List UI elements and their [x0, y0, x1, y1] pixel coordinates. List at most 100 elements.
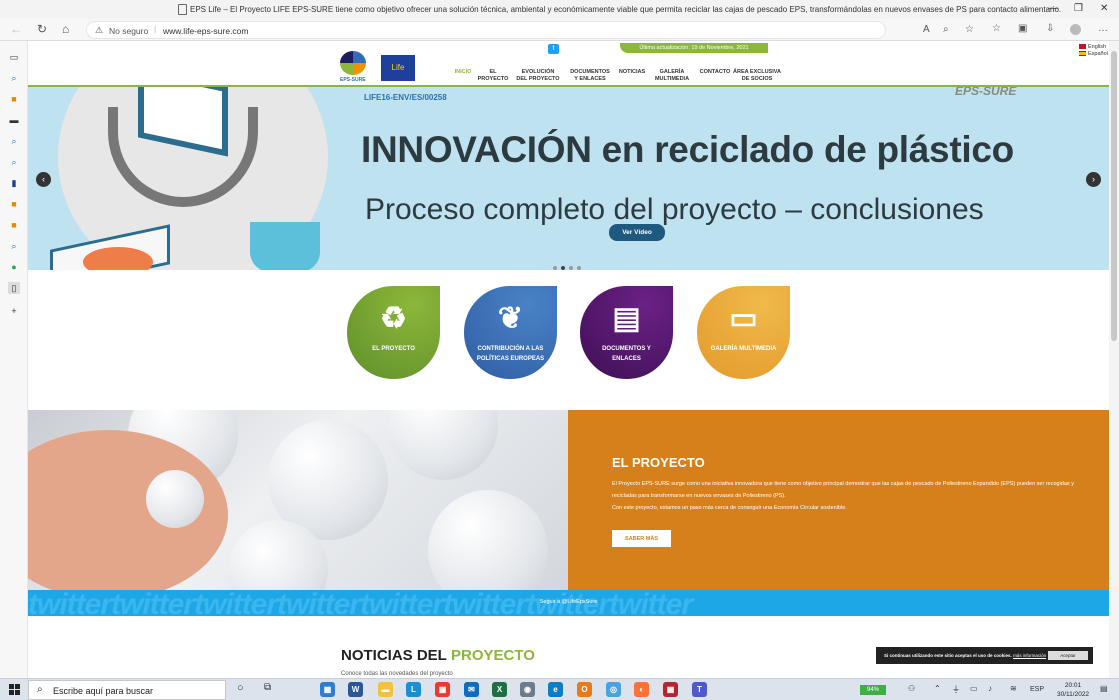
- feature-tiles: ♻ EL PROYECTO ❦ CONTRIBUCIÓN A LAS POLÍT…: [28, 270, 1109, 410]
- task-view-icon[interactable]: ⧉: [264, 682, 271, 693]
- about-section: EL PROYECTO El Proyecto EPS-SURE surge c…: [28, 410, 1109, 590]
- watch-video-button[interactable]: Ver Vídeo: [609, 224, 665, 241]
- menu-documentos[interactable]: DOCUMENTOS Y ENLACES: [568, 69, 612, 83]
- downloads-icon[interactable]: ⇩: [1046, 23, 1054, 34]
- site-header: EPS-SURE Life t Última actualización: 19…: [28, 41, 1109, 87]
- app-blue-icon[interactable]: ◎: [606, 682, 621, 697]
- menu-galeria[interactable]: GALERÍA MULTIMEDIA: [654, 69, 690, 83]
- chevron-up-icon[interactable]: ⌃: [934, 684, 941, 693]
- url-field[interactable]: ⚠ No seguro | www.life-eps-sure.com A ⌕ …: [86, 21, 974, 39]
- browser-sidebar: ▭ ⌕ ■ ▬ ⌕ ⌕ ▮ ■ ■ ⌕ ● ▯ +: [0, 41, 28, 678]
- menu-area-socios[interactable]: ÁREA EXCLUSIVA DE SOCIOS: [733, 69, 781, 83]
- battery-indicator[interactable]: 94%: [860, 685, 886, 695]
- usb-icon[interactable]: ⏚: [952, 684, 960, 695]
- eu-life-logo: Life: [381, 55, 415, 81]
- tabs-icon[interactable]: ▣: [1018, 23, 1027, 34]
- close-icon[interactable]: ✕: [1100, 3, 1108, 14]
- people-icon[interactable]: ⚇: [908, 684, 915, 693]
- profile-avatar[interactable]: [1070, 24, 1081, 35]
- refresh-icon[interactable]: ↻: [37, 22, 47, 36]
- menu-contacto[interactable]: CONTACTO: [698, 69, 732, 76]
- search-tab-icon[interactable]: ⌕: [8, 72, 20, 84]
- lang-english[interactable]: English: [1079, 44, 1108, 51]
- saber-mas-button[interactable]: SABER MÁS: [612, 530, 671, 547]
- mail-icon[interactable]: ✉: [464, 682, 479, 697]
- network-icon[interactable]: ≋: [1010, 684, 1017, 693]
- cortana-icon[interactable]: ○: [237, 682, 244, 694]
- about-title: EL PROYECTO: [612, 455, 705, 470]
- tab-icon[interactable]: ●: [8, 261, 20, 273]
- more-options-icon[interactable]: …: [1098, 23, 1108, 34]
- search-tab-icon[interactable]: ⌕: [8, 156, 20, 168]
- cookie-banner: Si continuas utilizando este sitio acept…: [876, 647, 1093, 664]
- app-red-icon[interactable]: ▦: [435, 682, 450, 697]
- tab-icon[interactable]: ■: [8, 198, 20, 210]
- edge-icon[interactable]: e: [548, 682, 563, 697]
- system-clock[interactable]: 20:01 30/11/2022: [1057, 681, 1089, 699]
- page-favicon-icon: [178, 4, 187, 15]
- window-title: EPS Life – El Proyecto LIFE EPS-SURE tie…: [190, 5, 1062, 14]
- document-icon: ▤: [612, 302, 641, 335]
- home-icon[interactable]: ⌂: [62, 22, 69, 36]
- input-language[interactable]: ESP: [1030, 686, 1044, 693]
- menu-evolucion[interactable]: EVOLUCIÓN DEL PROYECTO: [516, 69, 560, 83]
- eps-sure-logo[interactable]: [340, 51, 366, 75]
- menu-el-proyecto[interactable]: EL PROYECTO: [475, 69, 511, 83]
- hero-slider: LIFE16-ENV/ES/00258 EPS-SURE INNOVACIÓN …: [28, 87, 1109, 270]
- file-explorer-icon[interactable]: ▬: [378, 682, 393, 697]
- firefox-icon[interactable]: ◐: [634, 682, 649, 697]
- excel-icon[interactable]: X: [492, 682, 507, 697]
- cookie-accept-button[interactable]: Aceptar: [1048, 651, 1088, 660]
- tab-icon[interactable]: ■: [8, 93, 20, 105]
- tab-icon[interactable]: ■: [8, 219, 20, 231]
- cookie-more-info-link[interactable]: más información: [1013, 653, 1046, 658]
- menu-noticias[interactable]: NOTICIAS: [617, 69, 647, 76]
- new-tab-icon[interactable]: +: [8, 305, 20, 317]
- store-icon[interactable]: ▦: [320, 682, 335, 697]
- battery-icon[interactable]: ▭: [970, 684, 978, 693]
- search-tab-icon[interactable]: ⌕: [8, 240, 20, 252]
- page-scrollbar[interactable]: [1109, 41, 1119, 678]
- maximize-icon[interactable]: ❐: [1074, 3, 1083, 14]
- logo-text: EPS-SURE: [340, 77, 366, 83]
- favorite-icon[interactable]: ☆: [965, 24, 974, 35]
- taskbar-search-placeholder: Escribe aquí para buscar: [53, 686, 154, 696]
- slider-prev-icon[interactable]: ‹: [36, 172, 51, 187]
- app-l-icon[interactable]: L: [406, 682, 421, 697]
- collections-icon[interactable]: ☆: [992, 23, 1001, 34]
- project-code: LIFE16-ENV/ES/00258: [364, 93, 447, 102]
- tile-documentos[interactable]: ▤ DOCUMENTOS Y ENLACES: [580, 286, 673, 379]
- scrollbar-thumb[interactable]: [1111, 51, 1117, 341]
- minimize-icon[interactable]: —: [1048, 3, 1058, 14]
- read-aloud-icon[interactable]: A: [923, 24, 930, 35]
- follow-twitter-link[interactable]: Seguir a @LifeEpsSure: [28, 599, 1109, 605]
- outlook-icon[interactable]: O: [577, 682, 592, 697]
- taskbar-search[interactable]: ⌕ Escribe aquí para buscar: [28, 680, 226, 700]
- search-tab-icon[interactable]: ⌕: [8, 135, 20, 147]
- twitter-icon[interactable]: t: [548, 44, 559, 54]
- back-icon[interactable]: ←: [10, 22, 22, 36]
- tile-el-proyecto[interactable]: ♻ EL PROYECTO: [347, 286, 440, 379]
- web-page: EPS-SURE Life t Última actualización: 19…: [28, 41, 1109, 678]
- active-tab-icon[interactable]: ▯: [8, 282, 20, 294]
- address-bar: ← ↻ ⌂ ⚠ No seguro | www.life-eps-sure.co…: [0, 19, 1119, 41]
- slider-next-icon[interactable]: ›: [1086, 172, 1101, 187]
- tab-icon[interactable]: ▬: [8, 114, 20, 126]
- volume-icon[interactable]: ♪: [988, 684, 992, 693]
- app-grid-icon[interactable]: ▦: [663, 682, 678, 697]
- zoom-icon[interactable]: ⌕: [943, 24, 949, 35]
- camera-icon[interactable]: ◉: [520, 682, 535, 697]
- lang-spanish[interactable]: Español: [1079, 51, 1108, 58]
- tile-galeria[interactable]: ▭ GALERÍA MULTIMEDIA: [697, 286, 790, 379]
- menu-inicio[interactable]: INICIO: [454, 69, 472, 76]
- windows-start-icon[interactable]: [9, 684, 20, 695]
- warning-icon: ⚠: [95, 25, 104, 35]
- tab-icon[interactable]: ▮: [8, 177, 20, 189]
- tile-politicas-europeas[interactable]: ❦ CONTRIBUCIÓN A LAS POLÍTICAS EUROPEAS: [464, 286, 557, 379]
- notifications-icon[interactable]: ▤: [1100, 684, 1108, 693]
- teams-icon[interactable]: T: [692, 682, 707, 697]
- word-icon[interactable]: W: [348, 682, 363, 697]
- window-titlebar: EPS Life – El Proyecto LIFE EPS-SURE tie…: [0, 0, 1119, 19]
- tab-actions-icon[interactable]: ▭: [8, 51, 20, 63]
- security-label: No seguro: [109, 26, 149, 36]
